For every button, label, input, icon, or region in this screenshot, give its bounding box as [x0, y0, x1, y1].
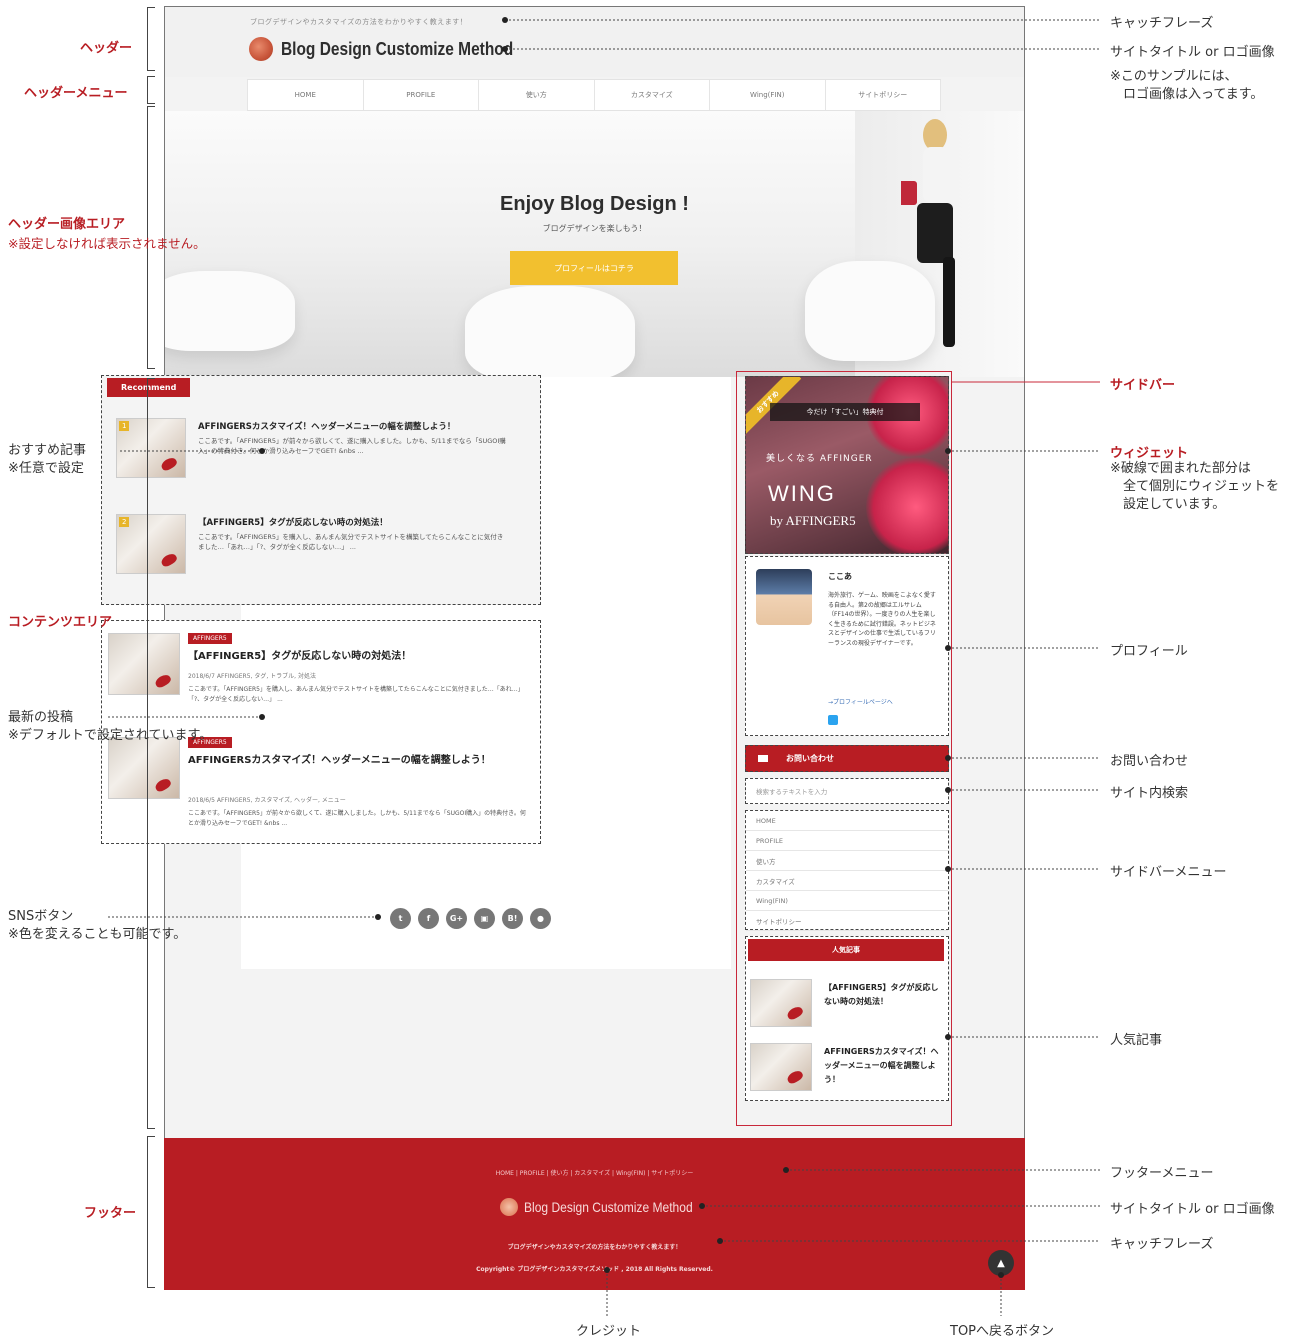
- label-header-image-note: ※設定しなければ表示されません。: [8, 236, 206, 251]
- bracket-content-area: [147, 378, 155, 1129]
- label-footer-menu: フッターメニュー: [1110, 1166, 1214, 1181]
- bracket-footer: [147, 1136, 155, 1288]
- label-catchphrase: キャッチフレーズ: [1110, 16, 1214, 31]
- leader-lines: [108, 17, 1100, 1316]
- label-sidebar-menu: サイドバーメニュー: [1110, 865, 1227, 880]
- label-header-image-area: ヘッダー画像エリア: [8, 217, 126, 232]
- bracket-header-menu: [147, 76, 155, 104]
- label-widget: ウィジェット: [1110, 446, 1189, 461]
- label-contact: お問い合わせ: [1110, 754, 1189, 769]
- label-top-button: TOPへ戻るボタン: [950, 1324, 1055, 1339]
- label-latest-posts: 最新の投稿 ※デフォルトで設定されています。: [8, 710, 213, 743]
- label-profile: プロフィール: [1110, 644, 1188, 659]
- label-sns-buttons: SNSボタン ※色を変えることも可能です。: [8, 909, 187, 942]
- label-sidebar: サイドバー: [1110, 378, 1176, 393]
- label-credit: クレジット: [576, 1324, 642, 1339]
- label-widget-note: ※破線で囲まれた部分は 全て個別にウィジェットを 設定しています。: [1110, 461, 1280, 512]
- label-logo-note: ※このサンプルには、 ロゴ画像は入ってます。: [1110, 69, 1264, 102]
- label-search: サイト内検索: [1110, 786, 1189, 801]
- layout-diagram: ブログデザインやカスタマイズの方法をわかりやすく教えます！ Blog Desig…: [0, 0, 1304, 1340]
- bracket-header: [147, 7, 155, 71]
- label-footer-catchphrase: キャッチフレーズ: [1110, 1237, 1214, 1252]
- label-footer-site-title: サイトタイトル or ロゴ画像: [1110, 1202, 1275, 1217]
- label-popular-posts: 人気記事: [1110, 1033, 1163, 1048]
- label-recommend: おすすめ記事 ※任意で設定: [8, 443, 87, 476]
- label-header-menu: ヘッダーメニュー: [24, 86, 128, 101]
- label-content-area: コンテンツエリア: [8, 615, 113, 630]
- label-header: ヘッダー: [80, 41, 133, 56]
- label-footer: フッター: [84, 1206, 137, 1221]
- label-site-title: サイトタイトル or ロゴ画像: [1110, 45, 1275, 60]
